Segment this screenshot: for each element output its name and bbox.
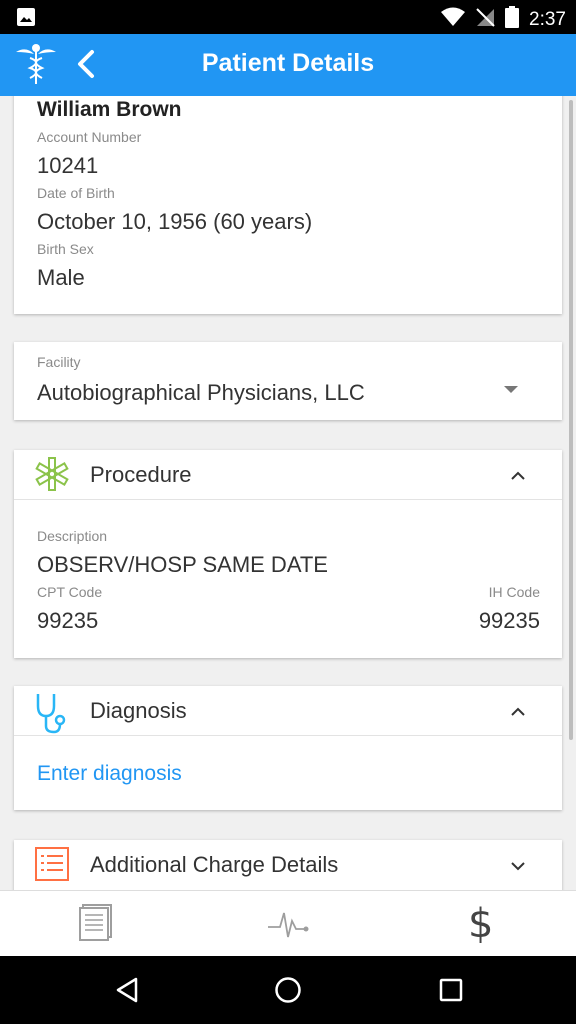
description-label: Description <box>37 528 108 544</box>
birth-sex-label: Birth Sex <box>37 241 94 257</box>
image-notification-icon <box>16 7 36 32</box>
diagnosis-title: Diagnosis <box>90 698 187 723</box>
cpt-code-label: CPT Code <box>37 584 103 600</box>
patient-info-card: William Brown Account Number 10241 Date … <box>14 96 562 314</box>
diagnosis-header[interactable]: Diagnosis <box>14 686 562 736</box>
facility-select[interactable]: Facility Autobiographical Physicians, LL… <box>14 342 562 420</box>
additional-charge-card: Additional Charge Details <box>14 840 562 890</box>
description-value: OBSERV/HOSP SAME DATE <box>37 552 328 577</box>
home-circle-icon[interactable] <box>274 976 302 1009</box>
patient-name: William Brown <box>37 98 182 121</box>
recent-apps-square-icon[interactable] <box>438 976 464 1009</box>
enter-diagnosis-link[interactable]: Enter diagnosis <box>37 762 182 786</box>
date-of-birth-value: October 10, 1956 (60 years) <box>37 209 313 234</box>
procedure-card: Procedure Description OBSERV/HOSP SAME D… <box>14 450 562 658</box>
dropdown-arrow-icon <box>504 386 518 393</box>
medical-star-icon <box>34 456 70 497</box>
charges-tab-dollar-icon[interactable]: $ <box>468 901 493 947</box>
chevron-down-icon[interactable] <box>510 858 526 876</box>
date-of-birth-label: Date of Birth <box>37 185 115 201</box>
account-number-value: 10241 <box>37 153 99 178</box>
chevron-up-icon[interactable] <box>510 704 526 722</box>
status-icons: 2:37 <box>441 6 566 33</box>
additional-charge-title: Additional Charge Details <box>90 852 339 877</box>
diagnosis-card: Diagnosis Enter diagnosis <box>14 686 562 810</box>
procedure-title: Procedure <box>90 462 192 487</box>
list-icon <box>34 846 70 887</box>
system-navigation-bar <box>0 956 576 1024</box>
heartbeat-tab-icon[interactable] <box>268 907 310 946</box>
additional-charge-header[interactable]: Additional Charge Details <box>14 840 562 890</box>
ih-code-label: IH Code <box>488 584 540 600</box>
stethoscope-icon <box>34 692 70 739</box>
status-bar: 2:37 <box>0 0 576 34</box>
document-tab-icon[interactable] <box>78 903 114 946</box>
account-number-label: Account Number <box>37 129 142 145</box>
scrollbar[interactable] <box>569 100 573 740</box>
app-bar: Patient Details <box>0 34 576 96</box>
facility-value: Autobiographical Physicians, LLC <box>37 380 365 405</box>
clock-time: 2:37 <box>529 8 566 30</box>
ih-code-value: 99235 <box>478 608 540 633</box>
wifi-icon <box>441 7 466 32</box>
procedure-header[interactable]: Procedure <box>14 450 562 500</box>
battery-icon <box>505 6 520 33</box>
page-title: Patient Details <box>201 49 375 77</box>
patient-details-content[interactable]: William Brown Account Number 10241 Date … <box>0 96 576 890</box>
back-triangle-icon[interactable] <box>114 976 140 1009</box>
facility-label: Facility <box>37 354 81 370</box>
chevron-up-icon[interactable] <box>510 468 526 486</box>
birth-sex-value: Male <box>37 265 85 290</box>
bottom-navigation: $ <box>0 890 576 956</box>
cpt-code-value: 99235 <box>37 608 99 633</box>
no-signal-icon <box>475 7 495 32</box>
